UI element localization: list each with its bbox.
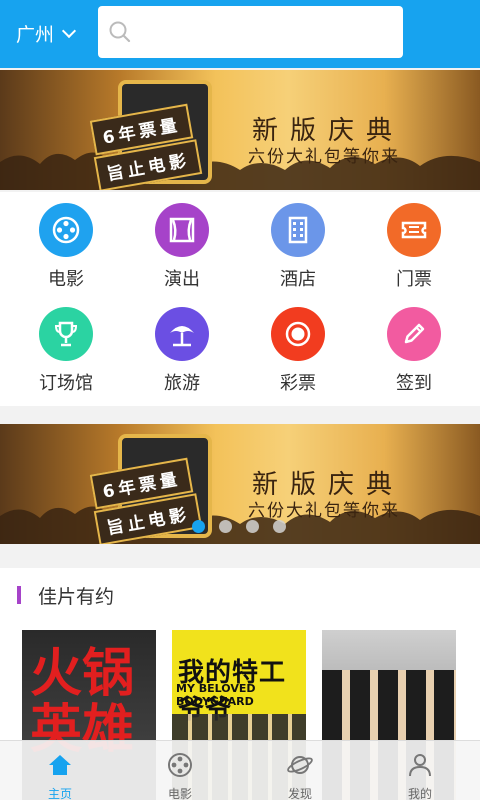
city-label: 广州 [16, 24, 55, 46]
tab-discover[interactable]: 发现 [240, 741, 360, 800]
category-label: 旅游 [164, 373, 200, 394]
section-title: 佳片有约 [38, 586, 115, 608]
film-reel-icon [168, 753, 192, 777]
top-bar: 广州 [0, 0, 480, 68]
category-show[interactable]: 演出 [122, 192, 242, 292]
stage-curtain-icon [155, 203, 209, 257]
tab-movie[interactable]: 电影 [120, 741, 240, 800]
category-label: 门票 [396, 269, 432, 290]
hotel-building-icon [271, 203, 325, 257]
tab-mine[interactable]: 我的 [360, 741, 480, 800]
carousel-dot[interactable] [273, 520, 286, 533]
category-label: 电影 [48, 269, 84, 290]
lottery-ball-icon [271, 307, 325, 361]
category-travel[interactable]: 旅游 [122, 296, 242, 396]
category-label: 订场馆 [39, 373, 93, 394]
category-lottery[interactable]: 彩票 [238, 296, 358, 396]
poster-english-title: MY BELOVED BODYGUARD [176, 682, 256, 708]
category-label: 演出 [164, 269, 200, 290]
tab-label: 发现 [287, 787, 312, 800]
trophy-icon [39, 307, 93, 361]
bottom-tab-bar: 主页 电影 发现 我的 [0, 740, 480, 800]
category-checkin[interactable]: 签到 [354, 296, 474, 396]
carousel-dot[interactable] [192, 520, 205, 533]
city-selector[interactable]: 广州 [16, 20, 77, 47]
banner-subtitle: 六份大礼包等你来 [248, 147, 400, 167]
banner-subtitle: 六份大礼包等你来 [248, 501, 400, 521]
category-grid: 电影 演出 酒店 门票 订场馆 旅游 彩票 签到 [0, 192, 480, 406]
film-reel-icon [39, 203, 93, 257]
home-icon [49, 755, 71, 775]
tab-label: 电影 [167, 787, 192, 800]
category-movie[interactable]: 电影 [6, 192, 126, 292]
tab-home[interactable]: 主页 [0, 741, 120, 800]
promo-banner[interactable]: 6年票量 旨止电影 新版庆典 六份大礼包等你来 [0, 70, 480, 190]
crowd-image [0, 152, 480, 190]
category-label: 签到 [396, 373, 432, 394]
pencil-icon [387, 307, 441, 361]
category-label: 酒店 [280, 269, 316, 290]
user-icon [409, 754, 431, 777]
carousel-indicator [192, 520, 286, 533]
planet-icon [287, 756, 313, 774]
carousel-dot[interactable] [219, 520, 232, 533]
category-label: 彩票 [280, 373, 316, 394]
chevron-down-icon [61, 23, 77, 38]
search-icon [109, 21, 131, 43]
beach-umbrella-icon [155, 307, 209, 361]
tab-label: 主页 [47, 787, 72, 800]
carousel-dot[interactable] [246, 520, 259, 533]
ticket-icon [387, 203, 441, 257]
search-input[interactable] [98, 6, 403, 58]
category-venue[interactable]: 订场馆 [6, 296, 126, 396]
category-hotel[interactable]: 酒店 [238, 192, 358, 292]
crowd-image [0, 506, 480, 544]
category-ticket[interactable]: 门票 [354, 192, 474, 292]
tab-label: 我的 [407, 787, 432, 800]
section-accent-bar [17, 586, 21, 604]
